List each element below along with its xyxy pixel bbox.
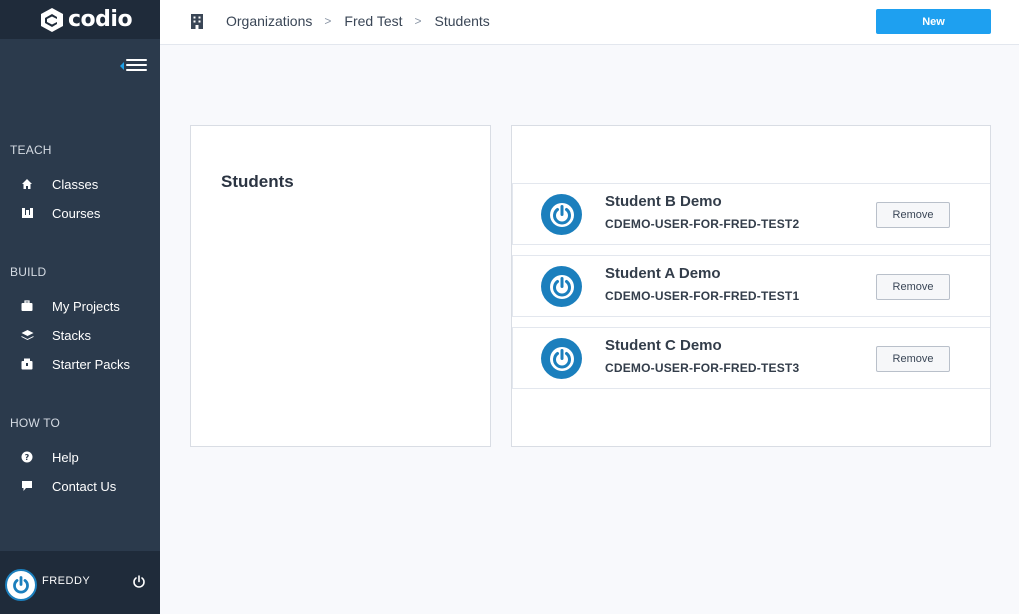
- student-name: Student A Demo: [605, 265, 721, 282]
- power-avatar-icon: [549, 346, 574, 371]
- student-row: Student C Demo CDEMO-USER-FOR-FRED-TEST3…: [512, 327, 990, 389]
- power-avatar-icon: [13, 576, 29, 594]
- package-icon: [20, 357, 34, 371]
- power-avatar-icon: [549, 274, 574, 299]
- section-heading-build: BUILD: [10, 265, 47, 279]
- panel-title: Students: [221, 172, 294, 191]
- power-avatar-icon: [549, 202, 574, 227]
- svg-text:?: ?: [25, 453, 30, 462]
- breadcrumb-students[interactable]: Students: [435, 13, 490, 29]
- home-icon: [20, 177, 34, 191]
- sidebar-collapse-button[interactable]: [120, 58, 148, 74]
- sidebar-item-my-projects[interactable]: My Projects: [20, 296, 120, 316]
- logo-text: codio: [68, 7, 133, 32]
- new-button[interactable]: New: [876, 9, 991, 34]
- question-icon: ?: [20, 450, 34, 464]
- menu-icon: [126, 59, 147, 74]
- section-heading-how-to: HOW TO: [10, 416, 61, 430]
- briefcase-icon: [20, 299, 34, 313]
- user-bar: FREDDY: [0, 551, 160, 614]
- sidebar-item-label: Classes: [52, 176, 99, 192]
- sidebar-item-starter-packs[interactable]: Starter Packs: [20, 354, 130, 374]
- student-row: Student A Demo CDEMO-USER-FOR-FRED-TEST1…: [512, 255, 990, 317]
- user-name: FREDDY: [42, 575, 91, 587]
- students-info-panel: Students: [190, 125, 491, 447]
- avatar: [541, 338, 582, 379]
- breadcrumb-fred-test[interactable]: Fred Test: [344, 13, 402, 29]
- section-heading-teach: TEACH: [10, 143, 52, 157]
- sidebar: codio TEACH Classes Courses BUILD My Pro…: [0, 0, 160, 614]
- avatar: [541, 266, 582, 307]
- codio-logo-icon: [41, 7, 63, 32]
- sidebar-item-label: Courses: [52, 205, 101, 221]
- students-list-panel: Student B Demo CDEMO-USER-FOR-FRED-TEST2…: [511, 125, 991, 447]
- student-name: Student B Demo: [605, 193, 722, 210]
- stacks-icon: [20, 328, 34, 342]
- sidebar-item-label: Help: [52, 449, 79, 465]
- sidebar-item-courses[interactable]: Courses: [20, 203, 100, 223]
- avatar: [541, 194, 582, 235]
- student-name: Student C Demo: [605, 337, 722, 354]
- collapse-arrow-icon: [120, 62, 124, 70]
- sidebar-item-stacks[interactable]: Stacks: [20, 325, 91, 345]
- remove-button[interactable]: Remove: [876, 274, 950, 300]
- courses-icon: [20, 206, 34, 220]
- sidebar-item-label: Stacks: [52, 327, 92, 343]
- sidebar-item-help[interactable]: ? Help: [20, 447, 79, 467]
- power-icon[interactable]: [131, 574, 147, 590]
- breadcrumb: Organizations > Fred Test > Students: [226, 13, 490, 29]
- sidebar-item-label: Starter Packs: [52, 356, 131, 372]
- top-bar: Organizations > Fred Test > Students New: [160, 0, 1019, 45]
- chevron-right-icon: >: [414, 14, 422, 28]
- student-id: CDEMO-USER-FOR-FRED-TEST3: [605, 361, 800, 375]
- sidebar-item-contact-us[interactable]: Contact Us: [20, 476, 116, 496]
- remove-button[interactable]: Remove: [876, 346, 950, 372]
- avatar[interactable]: [5, 569, 37, 601]
- sidebar-item-classes[interactable]: Classes: [20, 174, 98, 194]
- chat-icon: [20, 479, 34, 493]
- logo[interactable]: codio: [0, 0, 160, 39]
- sidebar-item-label: Contact Us: [52, 478, 117, 494]
- chevron-right-icon: >: [324, 14, 332, 28]
- breadcrumb-organizations[interactable]: Organizations: [226, 13, 312, 29]
- student-id: CDEMO-USER-FOR-FRED-TEST1: [605, 289, 800, 303]
- sidebar-item-label: My Projects: [52, 298, 120, 314]
- building-icon: [191, 14, 203, 29]
- student-id: CDEMO-USER-FOR-FRED-TEST2: [605, 217, 800, 231]
- student-row: Student B Demo CDEMO-USER-FOR-FRED-TEST2…: [512, 183, 990, 245]
- remove-button[interactable]: Remove: [876, 202, 950, 228]
